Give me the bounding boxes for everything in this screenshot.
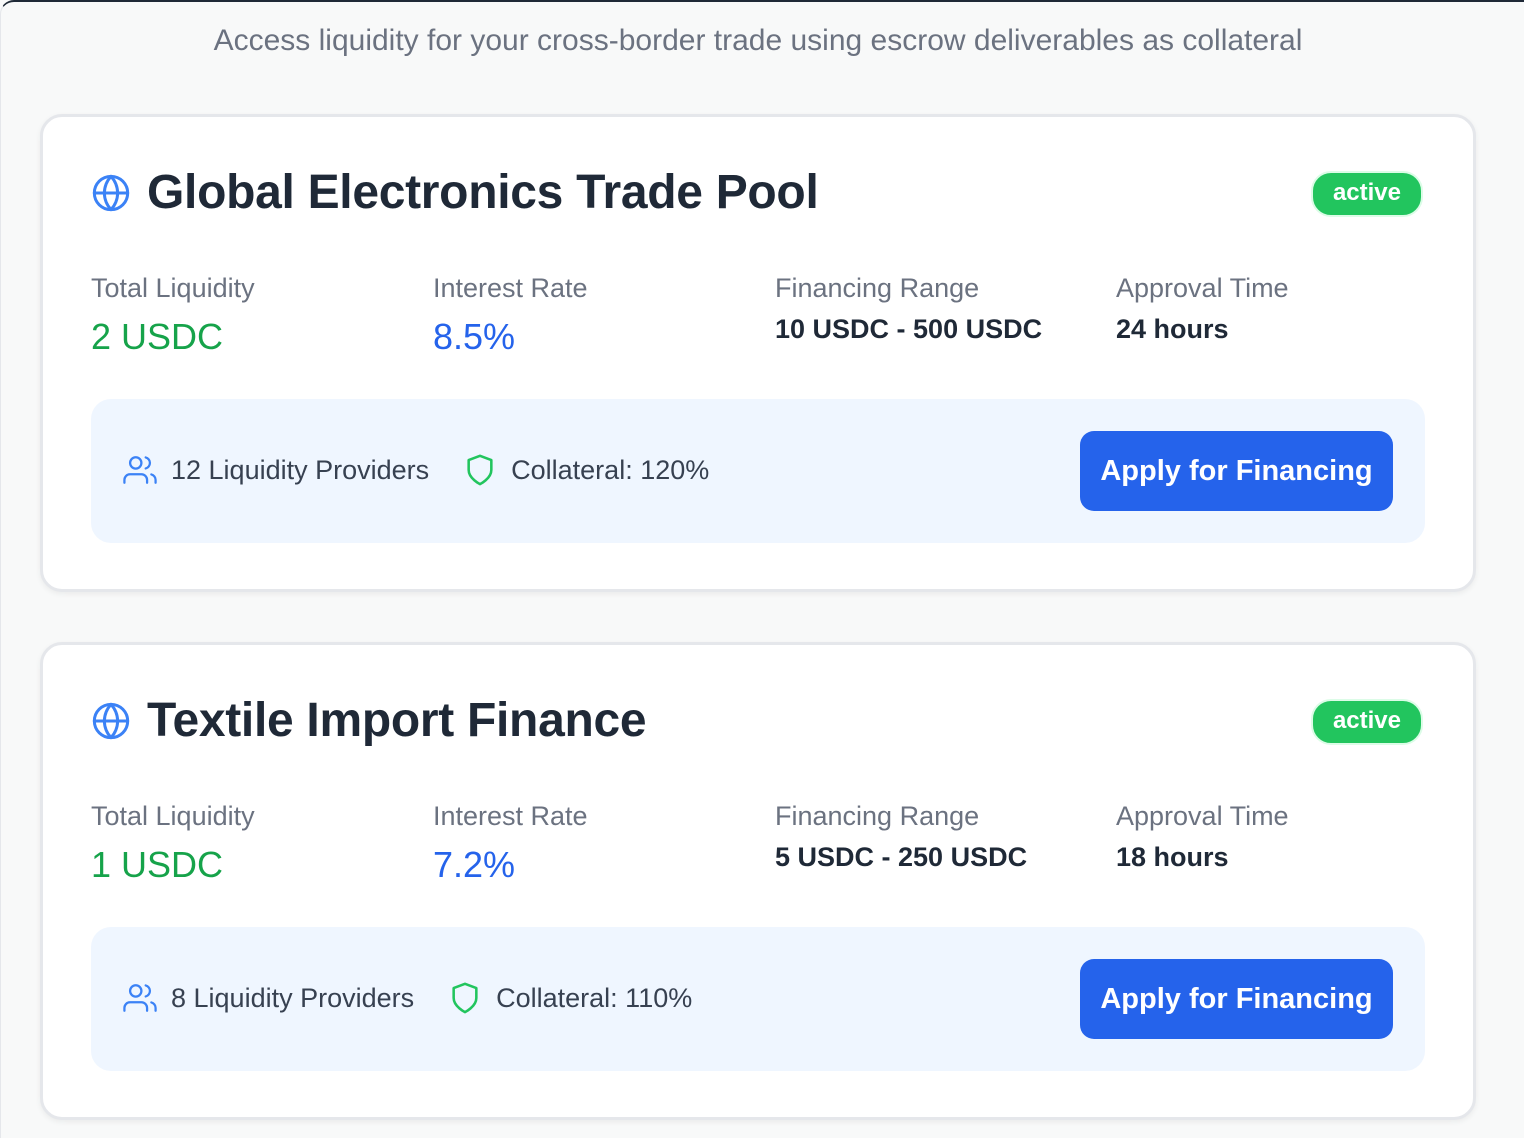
interest-rate-value: 7.2% (433, 844, 516, 885)
shield-icon (448, 981, 482, 1015)
stat-financing-range: Financing Range 10 USDC - 500 USDC (775, 273, 1042, 345)
liquidity-providers: 8 Liquidity Providers (171, 982, 415, 1013)
stat-total-liquidity: Total Liquidity 2 USDC (91, 273, 255, 358)
stat-approval-time: Approval Time 24 hours (1116, 273, 1289, 345)
page-subtitle: Access liquidity for your cross-border t… (213, 24, 1303, 57)
approval-time-value: 24 hours (1116, 314, 1229, 344)
globe-icon (91, 173, 131, 213)
stat-label: Total Liquidity (91, 801, 255, 831)
users-icon (123, 453, 157, 487)
stat-label: Interest Rate (433, 801, 588, 831)
stat-interest-rate: Interest Rate 8.5% (433, 273, 588, 358)
pool-title: Textile Import Finance (147, 694, 647, 747)
financing-range-value: 10 USDC - 500 USDC (775, 314, 1043, 344)
stat-label: Approval Time (1116, 801, 1289, 831)
pool-stats: Total Liquidity 1 USDC Interest Rate 7.2… (91, 801, 1431, 891)
pool-footer: 12 Liquidity Providers Collateral: 120% … (91, 399, 1425, 543)
stat-total-liquidity: Total Liquidity 1 USDC (91, 801, 255, 886)
stat-label: Approval Time (1116, 273, 1289, 303)
interest-rate-value: 8.5% (433, 316, 516, 357)
status-badge: active (1310, 171, 1423, 217)
stat-label: Total Liquidity (91, 273, 255, 303)
total-liquidity-value: 1 USDC (91, 844, 224, 885)
stat-interest-rate: Interest Rate 7.2% (433, 801, 588, 886)
pool-header: Global Electronics Trade Pool (91, 165, 819, 220)
pool-meta: 12 Liquidity Providers Collateral: 120% (123, 453, 709, 487)
stat-label: Financing Range (775, 801, 980, 831)
liquidity-providers: 12 Liquidity Providers (171, 454, 430, 485)
pool-meta: 8 Liquidity Providers Collateral: 110% (123, 981, 692, 1015)
total-liquidity-value: 2 USDC (91, 316, 224, 357)
pool-footer: 8 Liquidity Providers Collateral: 110% A… (91, 927, 1425, 1071)
status-badge: active (1310, 699, 1423, 745)
financing-range-value: 5 USDC - 250 USDC (775, 842, 1028, 872)
pool-header: Textile Import Finance (91, 693, 647, 748)
collateral-ratio: Collateral: 110% (496, 982, 693, 1013)
approval-time-value: 18 hours (1116, 842, 1229, 872)
shield-icon (463, 453, 497, 487)
stat-label: Interest Rate (433, 273, 588, 303)
pool-card: Global Electronics Trade Pool active Tot… (40, 114, 1476, 592)
pool-card: Textile Import Finance active Total Liqu… (40, 642, 1476, 1120)
apply-for-financing-button[interactable]: Apply for Financing (1080, 959, 1393, 1039)
users-icon (123, 981, 157, 1015)
apply-for-financing-button[interactable]: Apply for Financing (1080, 431, 1393, 511)
stat-approval-time: Approval Time 18 hours (1116, 801, 1289, 873)
globe-icon (91, 701, 131, 741)
pool-title: Global Electronics Trade Pool (147, 166, 819, 219)
stat-financing-range: Financing Range 5 USDC - 250 USDC (775, 801, 1027, 873)
collateral-ratio: Collateral: 120% (511, 454, 710, 485)
stat-label: Financing Range (775, 273, 980, 303)
pool-stats: Total Liquidity 2 USDC Interest Rate 8.5… (91, 273, 1431, 363)
